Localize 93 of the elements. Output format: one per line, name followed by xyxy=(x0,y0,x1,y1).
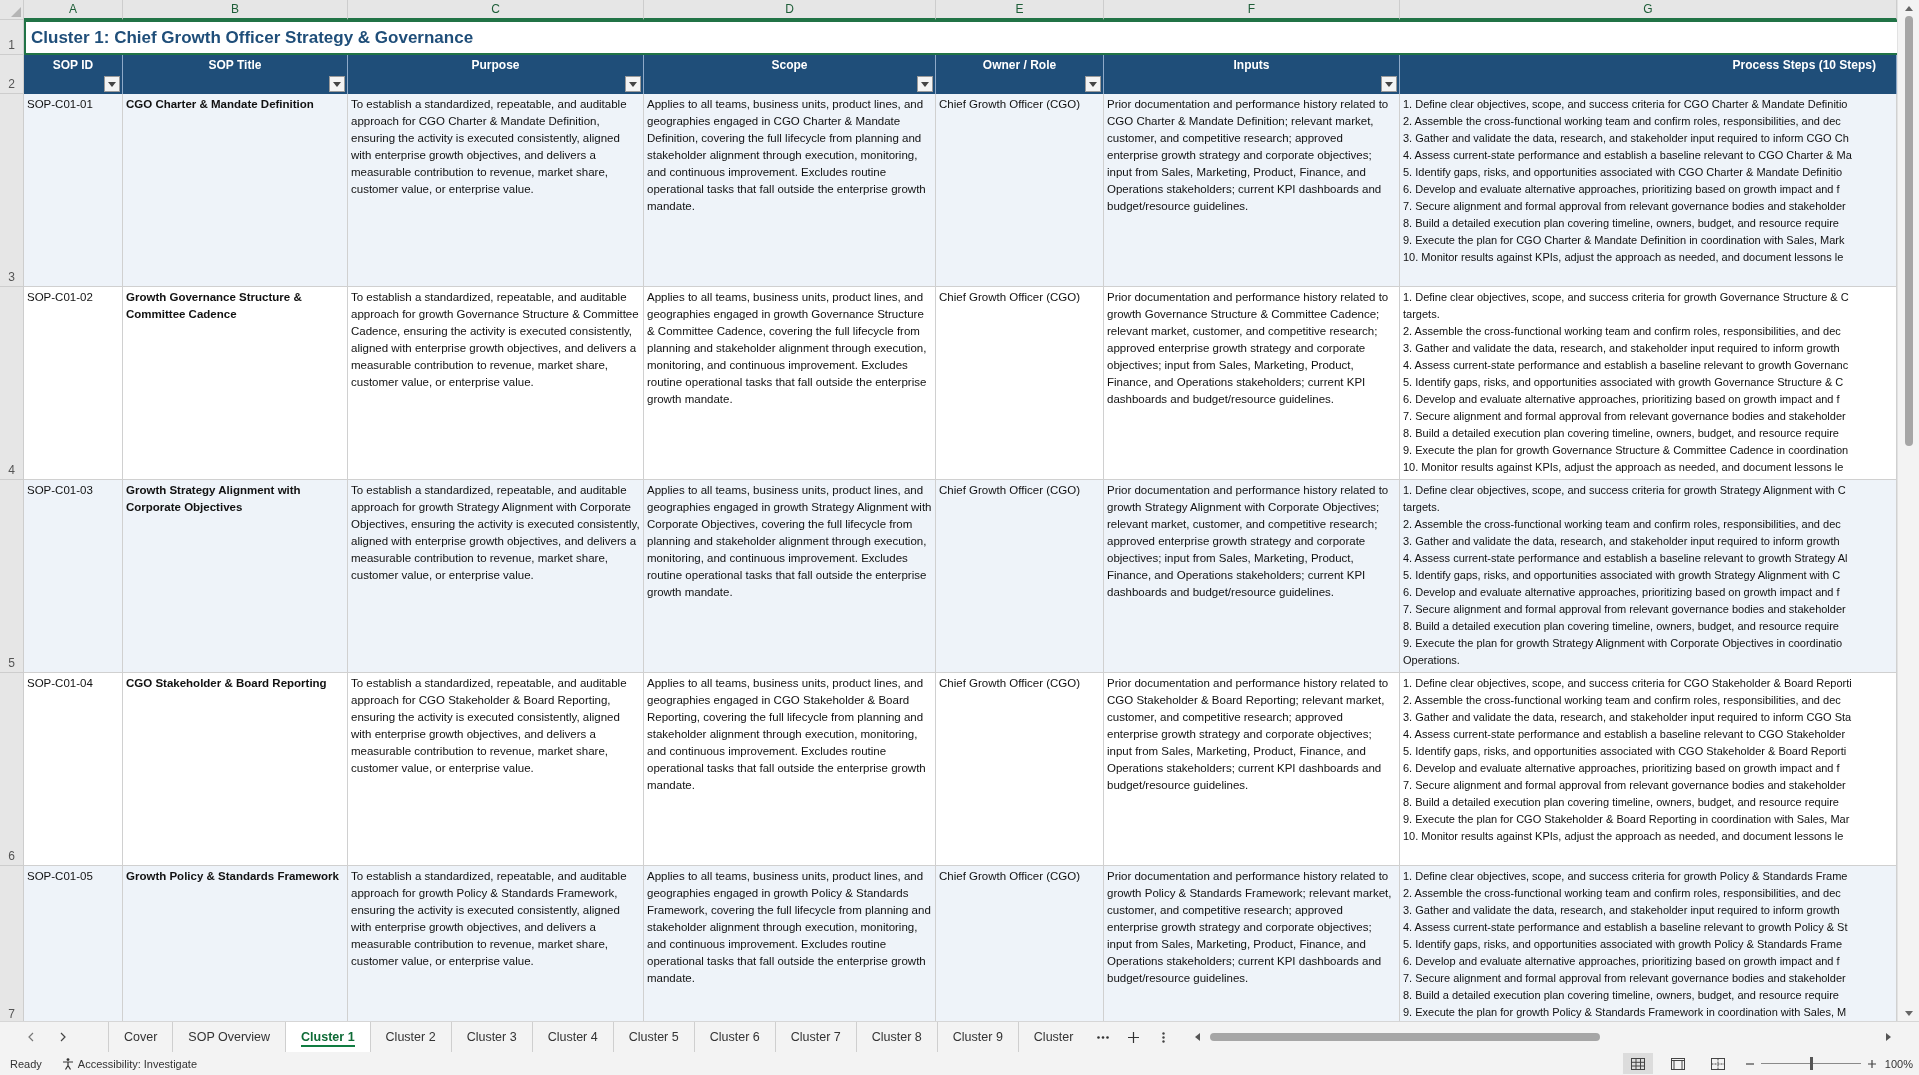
table-cell: Applies to all teams, business units, product lines, and geographies engaged in growth Governance Structure & Committee Cadence, covering the full lifecycle from planning and stakeholder alignment through execution, monitoring, and continuous improvement. Excludes routine operational tasks that fall outside the enterprise growth mandate. xyxy=(644,287,936,480)
scrollbar-thumb[interactable] xyxy=(1210,1033,1601,1041)
table-cell: Chief Growth Officer (CGO) xyxy=(936,866,1104,1021)
vertical-scrollbar[interactable] xyxy=(1897,0,1919,1021)
scrollbar-thumb[interactable] xyxy=(1904,16,1913,446)
row-number[interactable]: 5 xyxy=(0,480,24,673)
filter-button[interactable] xyxy=(329,76,345,92)
column-header[interactable]: C xyxy=(348,0,644,20)
table-cell: Prior documentation and performance history related to growth Policy & Standards Framework; relevant market, customer, and competitive research; approved enterprise growth strategy and corporate objectives; input from Sales, Marketing, Product, Finance, and Operations stakeholders; current KPI dashboards and budget/resource guidelines. xyxy=(1104,866,1400,1021)
table-cell: Growth Policy & Standards Framework xyxy=(123,866,348,1021)
table-cell: SOP-C01-05 xyxy=(24,866,123,1021)
caret-down-icon xyxy=(629,81,637,87)
caret-down-icon xyxy=(1089,81,1097,87)
column-heading: Inputs xyxy=(1233,57,1270,73)
ellipsis-icon xyxy=(1097,1035,1110,1039)
table-cell: Applies to all teams, business units, product lines, and geographies engaged in CGO Charter & Mandate Definition, covering the full lifecycle from planning and stakeholder alignment through execution, monitoring, and continuous improvement. Excludes routine operational tasks that fall outside the enterprise growth mandate. xyxy=(644,94,936,287)
accessibility-button[interactable]: Accessibility: Investigate xyxy=(57,1053,201,1074)
column-heading: SOP ID xyxy=(52,57,94,73)
table-cell: To establish a standardized, repeatable, and auditable approach for growth Policy & Standards Framework, ensuring the activity is executed consistently, aligned with enterprise growth objectives, and delivers a measurable contribution to revenue, market share, customer value, or enterprise value. xyxy=(348,866,644,1021)
triangle-left-icon xyxy=(1194,1033,1200,1041)
row-number[interactable]: 1 xyxy=(0,20,24,55)
table-cell: 1. Define clear objectives, scope, and success criteria for CGO Stakeholder & Board Reporti 2. Assemble the cross-functional working team and confirm roles, responsibilities, and dec 3. Gather and validate the data, research, and stakeholder input required to inform CGO Sta 4. Assess current-state performance and establish a baseline relevant to CGO Stakeholder 5. Identify gaps, risks, and opportunities associated with CGO Stakeholder & Board Reporti 6. Develop and evaluate alternative approaches, prioritizing based on growth impact and f 7. Secure alignment and formal approval from relevant governance bodies and stakeholder 8. Build a detailed execution plan covering timeline, owners, budget, and resource require 9. Execute the plan for CGO Stakeholder & Board Reporting in coordination with Sales, Mar 10. Monitor results against KPIs, adjust the approach as needed, and document lessons le xyxy=(1400,673,1897,866)
caret-down-icon xyxy=(921,81,929,87)
filter-button[interactable] xyxy=(1085,76,1101,92)
vertical-dots-icon xyxy=(1161,1031,1165,1043)
table-cell: Chief Growth Officer (CGO) xyxy=(936,480,1104,673)
filter-button[interactable] xyxy=(917,76,933,92)
column-heading: SOP Title xyxy=(208,57,262,73)
column-heading: Process Steps (10 Steps) xyxy=(1732,57,1876,73)
table-cell: 1. Define clear objectives, scope, and success criteria for growth Strategy Alignment with C targets. 2. Assemble the cross-functional working team and confirm roles, responsibilities, and dec 3. Gather and validate the data, research, and stakeholder input required to inform growth 4. Assess current-state performance and establish a baseline relevant to growth Strategy Al 5. Identify gaps, risks, and opportunities associated with growth Strategy Alignment with C 6. Develop and evaluate alternative approaches, prioritizing based on growth impact and f 7. Secure alignment and formal approval from relevant governance bodies and stakeholder 8. Build a detailed execution plan covering timeline, owners, budget, and resource require 9. Execute the plan for growth Strategy Alignment with Corporate Objectives in coordinatio Operations. xyxy=(1400,480,1897,673)
row-number[interactable]: 2 xyxy=(0,55,24,94)
grid-icon xyxy=(1630,1057,1645,1070)
sheet-tab[interactable]: Cluster 1 xyxy=(285,1022,370,1052)
filter-button[interactable] xyxy=(625,76,641,92)
chevron-left-icon xyxy=(28,1032,34,1042)
table-cell: Prior documentation and performance history related to growth Strategy Alignment with Corporate Objectives; relevant market, customer, and competitive research; approved enterprise growth strategy and corporate objectives; input from Sales, Marketing, Product, Finance, and Operations stakeholders; current KPI dashboards and budget/resource guidelines. xyxy=(1104,480,1400,673)
page-layout-icon xyxy=(1670,1057,1685,1070)
plus-icon xyxy=(1127,1031,1139,1043)
table-cell: Chief Growth Officer (CGO) xyxy=(936,673,1104,866)
slider-thumb[interactable] xyxy=(1809,1057,1813,1070)
caret-down-icon xyxy=(108,81,116,87)
triangle-up-icon xyxy=(1904,5,1913,11)
table-cell: SOP-C01-02 xyxy=(24,287,123,480)
caret-down-icon xyxy=(1385,81,1393,87)
table-cell: To establish a standardized, repeatable, and auditable approach for CGO Stakeholder & Board Reporting, ensuring the activity is executed consistently, aligned with enterprise growth objectives, and delivers a measurable contribution to revenue, market share, customer value, or enterprise value. xyxy=(348,673,644,866)
row-number[interactable]: 3 xyxy=(0,94,24,287)
table-cell: 1. Define clear objectives, scope, and success criteria for growth Policy & Standards Frame 2. Assemble the cross-functional working team and confirm roles, responsibilities, and dec 3. Gather and validate the data, research, and stakeholder input required to inform growth 4. Assess current-state performance and establish a baseline relevant to growth Policy & St 5. Identify gaps, risks, and opportunities associated with growth Policy & Standards Frame 6. Develop and evaluate alternative approaches, prioritizing based on growth impact and f 7. Secure alignment and formal approval from relevant governance bodies and stakeholder 8. Build a detailed execution plan covering timeline, owners, budget, and resource require 9. Execute the plan for growth Policy & Standards Framework in coordination with Sales, M xyxy=(1400,866,1897,1021)
column-header[interactable]: E xyxy=(936,0,1104,20)
table-cell: Growth Governance Structure & Committee Cadence xyxy=(123,287,348,480)
table-cell: SOP-C01-04 xyxy=(24,673,123,866)
table-cell: Applies to all teams, business units, product lines, and geographies engaged in growth Policy & Standards Framework, covering the full lifecycle from planning and stakeholder alignment through execution, monitoring, and continuous improvement. Excludes routine operational tasks that fall outside the enterprise growth mandate. xyxy=(644,866,936,1021)
table-cell: Applies to all teams, business units, product lines, and geographies engaged in growth Strategy Alignment with Corporate Objectives, covering the full lifecycle from planning and stakeholder alignment through execution, monitoring, and continuous improvement. Excludes routine operational tasks that fall outside the enterprise growth mandate. xyxy=(644,480,936,673)
table-cell: To establish a standardized, repeatable, and auditable approach for growth Governance Structure & Committee Cadence, ensuring the activity is executed consistently, aligned with enterprise growth objectives, and delivers a measurable contribution to revenue, market share, customer value, or enterprise value. xyxy=(348,287,644,480)
table-cell: SOP-C01-01 xyxy=(24,94,123,287)
table-cell: Growth Strategy Alignment with Corporate Objectives xyxy=(123,480,348,673)
column-header[interactable]: F xyxy=(1104,0,1400,20)
table-cell: CGO Stakeholder & Board Reporting xyxy=(123,673,348,866)
row-number[interactable]: 7 xyxy=(0,866,24,1021)
row-number[interactable]: 4 xyxy=(0,287,24,480)
table-cell: Chief Growth Officer (CGO) xyxy=(936,287,1104,480)
view-button[interactable] xyxy=(1622,1053,1653,1074)
triangle-right-icon xyxy=(1885,1033,1891,1041)
table-cell: 1. Define clear objectives, scope, and success criteria for growth Governance Structure & C targets. 2. Assemble the cross-functional working team and confirm roles, responsibilities, and dec 3. Gather and validate the data, research, and stakeholder input required to inform growth 4. Assess current-state performance and establish a baseline relevant to growth Governanc 5. Identify gaps, risks, and opportunities associated with growth Governance Structure & C 6. Develop and evaluate alternative approaches, prioritizing based on growth impact and f 7. Secure alignment and formal approval from relevant governance bodies and stakeholder 8. Build a detailed execution plan covering timeline, owners, budget, and resource require 9. Execute the plan for growth Governance Structure & Committee Cadence in coordination 10. Monitor results against KPIs, adjust the approach as needed, and document lessons le xyxy=(1400,287,1897,480)
zoom-level[interactable]: 100% xyxy=(1884,1057,1913,1070)
triangle-down-icon xyxy=(1904,1010,1913,1016)
row-number[interactable]: 6 xyxy=(0,673,24,866)
table-cell: SOP-C01-03 xyxy=(24,480,123,673)
table-cell: CGO Charter & Mandate Definition xyxy=(123,94,348,287)
table-cell: Applies to all teams, business units, product lines, and geographies engaged in CGO Stakeholder & Board Reporting, covering the full lifecycle from planning and stakeholder alignment through execution, monitoring, and continuous improvement. Excludes routine operational tasks that fall outside the enterprise growth mandate. xyxy=(644,673,936,866)
accessibility-icon xyxy=(61,1057,74,1070)
table-cell: Prior documentation and performance history related to CGO Charter & Mandate Definition; relevant market, customer, and competitive research; approved enterprise growth strategy and corporate objectives; input from Sales, Marketing, Product, Finance, and Operations stakeholders; current KPI dashboards and budget/resource guidelines. xyxy=(1104,94,1400,287)
table-cell: To establish a standardized, repeatable, and auditable approach for growth Strategy Alignment with Corporate Objectives, ensuring the activity is executed consistently, aligned with enterprise growth objectives, and delivers a measurable contribution to revenue, market share, customer value, or enterprise value. xyxy=(348,480,644,673)
filter-button[interactable] xyxy=(1381,76,1397,92)
table-cell: 1. Define clear objectives, scope, and success criteria for CGO Charter & Mandate Definitio 2. Assemble the cross-functional working team and confirm roles, responsibilities, and dec 3. Gather and validate the data, research, and stakeholder input required to inform CGO Ch 4. Assess current-state performance and establish a baseline relevant to CGO Charter & Ma 5. Identify gaps, risks, and opportunities associated with CGO Charter & Mandate Definitio 6. Develop and evaluate alternative approaches, prioritizing based on growth impact and f 7. Secure alignment and formal approval from relevant governance bodies and stakeholder 8. Build a detailed execution plan covering timeline, owners, budget, and resource require 9. Execute the plan for CGO Charter & Mandate Definition in coordination with Sales, Mark 10. Monitor results against KPIs, adjust the approach as needed, and document lessons le xyxy=(1400,94,1897,287)
column-header[interactable]: B xyxy=(123,0,348,20)
column-header[interactable]: G xyxy=(1400,0,1897,20)
table-cell: Prior documentation and performance history related to growth Governance Structure & Committee Cadence; relevant market, customer, and competitive research; approved enterprise growth strategy and corporate objectives; input from Sales, Marketing, Product, Finance, and Operations stakeholders; current KPI dashboards and budget/resource guidelines. xyxy=(1104,287,1400,480)
column-heading: Owner / Role xyxy=(982,57,1057,73)
table-cell: To establish a standardized, repeatable, and auditable approach for CGO Charter & Mandate Definition, ensuring the activity is executed consistently, aligned with enterprise growth objectives, and delivers a measurable contribution to revenue, market share, customer value, or enterprise value. xyxy=(348,94,644,287)
table-cell: Chief Growth Officer (CGO) xyxy=(936,94,1104,287)
title-cell: Cluster 1: Chief Growth Officer Strategy & Governance xyxy=(24,20,1897,55)
plus-icon xyxy=(1867,1059,1876,1068)
page-break-icon xyxy=(1710,1057,1725,1070)
filter-button[interactable] xyxy=(104,76,120,92)
caret-down-icon xyxy=(333,81,341,87)
column-heading: Purpose xyxy=(471,57,520,73)
column-header[interactable]: A xyxy=(24,0,123,20)
table-cell: Prior documentation and performance history related to CGO Stakeholder & Board Reporting; relevant market, customer, and competitive research; approved enterprise growth strategy and corporate objectives; input from Sales, Marketing, Product, Finance, and Operations stakeholders; current KPI dashboards and budget/resource guidelines. xyxy=(1104,673,1400,866)
minus-icon xyxy=(1745,1062,1754,1065)
chevron-right-icon xyxy=(60,1032,66,1042)
column-header[interactable]: D xyxy=(644,0,936,20)
status-text: Ready xyxy=(10,1057,42,1070)
column-heading: Scope xyxy=(771,57,808,73)
